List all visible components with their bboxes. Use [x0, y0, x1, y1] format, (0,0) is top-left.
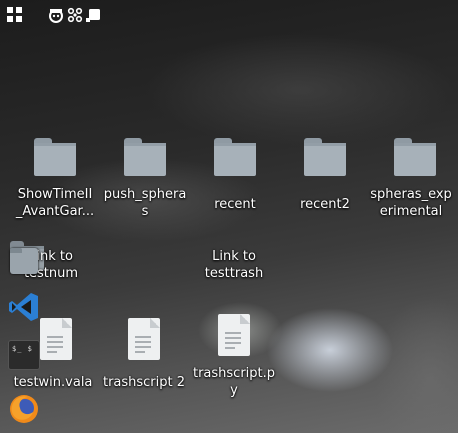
network-icon[interactable] — [67, 7, 83, 23]
document-icon[interactable] — [40, 318, 72, 360]
folder-icon[interactable] — [124, 138, 166, 176]
terminal-prompt-text: $_ $ — [12, 345, 33, 353]
vscode-icon[interactable] — [8, 291, 40, 323]
desktop-item-label[interactable]: ShowTimeII _AvantGar... — [5, 186, 105, 220]
face-icon[interactable] — [48, 7, 64, 23]
apps-grid-icon[interactable] — [7, 7, 29, 25]
folder-icon[interactable] — [304, 138, 346, 176]
document-icon[interactable] — [128, 318, 160, 360]
terminal-icon[interactable]: $_ $ — [8, 340, 40, 370]
desktop-item-label[interactable]: push_sphera s — [95, 186, 195, 220]
folder-icon[interactable] — [394, 138, 436, 176]
desktop-item-label[interactable]: testwin.vala — [8, 374, 98, 391]
firefox-icon[interactable] — [8, 392, 40, 424]
desktop-item-label[interactable]: recent — [185, 196, 285, 213]
document-icon[interactable] — [218, 314, 250, 356]
desktop-item-label[interactable]: recent2 — [275, 196, 375, 213]
file-manager-icon[interactable] — [8, 246, 40, 278]
folder-icon[interactable] — [34, 138, 76, 176]
desktop-item-label[interactable]: spheras_exp erimental — [364, 186, 458, 220]
folder-icon[interactable] — [214, 138, 256, 176]
desktop-item-label[interactable]: trashscript.p y — [184, 365, 284, 399]
desktop-item-label[interactable]: Link to testtrash — [184, 248, 284, 282]
desktop-item-label[interactable]: trashscript 2 — [96, 374, 192, 391]
top-panel — [0, 0, 458, 32]
square-icon[interactable] — [86, 7, 102, 23]
